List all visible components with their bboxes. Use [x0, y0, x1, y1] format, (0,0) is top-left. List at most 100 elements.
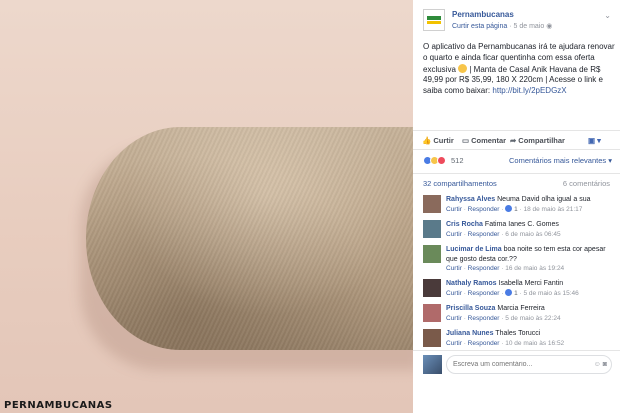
commenter-avatar[interactable]	[423, 245, 441, 263]
chevron-down-icon[interactable]: ⌄	[604, 11, 611, 20]
comment-reply-link[interactable]: Responder	[468, 340, 500, 347]
logo-stripe-green	[427, 16, 441, 20]
comment-like-link[interactable]: Curtir	[446, 206, 462, 213]
stats-row: 32 compartilhamentos 6 comentários	[413, 173, 620, 191]
comment-body: Lucimar de Lima boa noite so tem esta co…	[446, 245, 614, 274]
comment-reply-link[interactable]: Responder	[468, 290, 500, 297]
composer-icons: ☺ ◙	[594, 361, 607, 368]
like-button[interactable]: 👍 Curtir	[422, 136, 454, 145]
comment-date[interactable]: 10 de maio às 16:52	[505, 340, 564, 347]
comment-author[interactable]: Priscilla Souza	[446, 305, 495, 312]
sort-caret-icon: ▾	[606, 156, 612, 165]
comment-item: Cris Rocha Fatima Ianes C. Gomes Curtir ·…	[413, 218, 620, 243]
comment-text: Thales Torucci	[495, 330, 541, 337]
like-label: Curtir	[433, 136, 454, 145]
comment-author[interactable]: Lucimar de Lima	[446, 246, 502, 253]
comment-author[interactable]: Nathaly Ramos	[446, 280, 497, 287]
comment-item: Nathaly Ramos Isabella Merci Fantin Curti…	[413, 277, 620, 302]
post-side-panel: Pernambucanas Curtir esta página · 5 de …	[413, 0, 620, 413]
comment-date[interactable]: 6 de maio às 06:45	[505, 231, 560, 238]
page-name-link[interactable]: Pernambucanas	[452, 10, 514, 19]
comments-count[interactable]: 6 comentários	[563, 179, 610, 188]
comment-like-count[interactable]: 1	[505, 204, 518, 213]
like-count-icon	[505, 288, 513, 296]
comment-actions: Curtir · Responder · 1 · 5 de maio às 15…	[446, 288, 579, 297]
choose-profile-button[interactable]: ▣ ▾	[588, 136, 601, 145]
comment-actions: Curtir · Responder · 1 · 18 de maio às 2…	[446, 204, 583, 213]
share-button[interactable]: ➦ Compartilhar	[510, 136, 565, 145]
reaction-count[interactable]: 512	[451, 156, 464, 165]
comment-like-link[interactable]: Curtir	[446, 290, 462, 297]
comment-reply-link[interactable]: Responder	[468, 206, 500, 213]
shares-link[interactable]: 32 compartilhamentos	[423, 179, 497, 188]
post-text: O aplicativo da Pernambucanas irá te aju…	[423, 42, 615, 97]
comment-actions: Curtir · Responder · 5 de maio às 22:24	[446, 314, 561, 322]
like-count-value: 1	[514, 289, 518, 297]
thumbs-up-icon: 👍	[422, 136, 432, 145]
comment-label: Comentar	[471, 136, 507, 145]
commenter-avatar[interactable]	[423, 220, 441, 238]
comment-like-link[interactable]: Curtir	[446, 340, 462, 347]
comment-author[interactable]: Rahyssa Alves	[446, 196, 495, 203]
post-photo[interactable]: PERNAMBUCANAS	[0, 0, 413, 413]
comment-actions: Curtir · Responder · 6 de maio às 06:45	[446, 230, 561, 238]
comment-body: Nathaly Ramos Isabella Merci Fantin Curti…	[446, 279, 614, 298]
comment-date[interactable]: 5 de maio às 15:46	[523, 290, 578, 297]
comment-input[interactable]	[446, 355, 612, 374]
camera-icon[interactable]: ◙	[603, 361, 607, 368]
comment-button[interactable]: ▭ Comentar	[462, 136, 506, 145]
comment-text: Isabella Merci Fantin	[498, 280, 564, 287]
logo-stripe-yellow	[427, 21, 441, 24]
comment-composer: ☺ ◙	[413, 350, 620, 376]
comment-date[interactable]: 5 de maio às 22:24	[505, 315, 560, 322]
comment-actions: Curtir · Responder · 16 de maio às 19:24	[446, 265, 565, 272]
comment-body: Cris Rocha Fatima Ianes C. Gomes Curtir ·…	[446, 220, 614, 239]
love-reaction-icon[interactable]	[437, 156, 446, 165]
comment-body: Rahyssa Alves Neuma David olha igual a s…	[446, 195, 614, 214]
comment-reply-link[interactable]: Responder	[468, 265, 500, 272]
dropdown-caret-icon: ▾	[595, 136, 601, 145]
commenter-avatar[interactable]	[423, 279, 441, 297]
emoji-icon[interactable]: ☺	[594, 361, 601, 368]
comment-like-link[interactable]: Curtir	[446, 315, 462, 322]
comment-text: Marcia Ferreira	[497, 305, 545, 312]
comment-date[interactable]: 16 de maio às 19:24	[505, 265, 564, 272]
comment-like-count[interactable]: 1	[505, 288, 518, 297]
comment-actions: Curtir · Responder · 10 de maio às 16:52	[446, 339, 565, 347]
comment-date[interactable]: 18 de maio às 21:17	[523, 206, 582, 213]
commenter-avatar[interactable]	[423, 304, 441, 322]
globe-icon: ◉	[546, 23, 553, 30]
like-count-icon	[505, 204, 513, 212]
commenter-avatar[interactable]	[423, 195, 441, 213]
comment-sort-dropdown[interactable]: Comentários mais relevantes ▾	[509, 156, 612, 165]
like-page-link[interactable]: Curtir esta página	[452, 23, 507, 30]
share-arrow-icon: ➦	[510, 136, 517, 145]
comment-like-link[interactable]: Curtir	[446, 231, 462, 238]
comment-reply-link[interactable]: Responder	[468, 231, 500, 238]
post-header: Pernambucanas Curtir esta página · 5 de …	[413, 0, 620, 40]
current-user-avatar	[423, 355, 442, 374]
share-label: Compartilhar	[518, 136, 565, 145]
comment-reply-link[interactable]: Responder	[468, 315, 500, 322]
like-count-value: 1	[514, 205, 518, 213]
comments-list: Rahyssa Alves Neuma David olha igual a s…	[413, 193, 620, 352]
smile-emoji-icon	[458, 63, 468, 73]
comment-text: Neuma David olha igual a sua	[497, 196, 591, 203]
post-url-link[interactable]: http://bit.ly/2pEDGzX	[492, 86, 566, 95]
comment-author[interactable]: Cris Rocha	[446, 221, 483, 228]
comment-item: Juliana Nunes Thales Torucci Curtir · Res…	[413, 327, 620, 352]
comment-body: Juliana Nunes Thales Torucci Curtir · Res…	[446, 329, 614, 348]
speech-bubble-icon: ▭	[462, 136, 470, 145]
comment-body: Priscilla Souza Marcia Ferreira Curtir · …	[446, 304, 614, 323]
comment-like-link[interactable]: Curtir	[446, 265, 462, 272]
comment-text: Fatima Ianes C. Gomes	[484, 221, 559, 228]
comment-item: Rahyssa Alves Neuma David olha igual a s…	[413, 193, 620, 218]
brand-watermark: PERNAMBUCANAS	[4, 400, 113, 411]
commenter-avatar[interactable]	[423, 329, 441, 347]
page-avatar[interactable]	[423, 9, 445, 31]
post-date[interactable]: 5 de maio	[514, 23, 545, 30]
comment-sort-label: Comentários mais relevantes	[509, 156, 607, 165]
rolled-blanket	[86, 127, 413, 350]
comment-author[interactable]: Juliana Nunes	[446, 330, 493, 337]
action-bar: 👍 Curtir ▭ Comentar ➦ Compartilhar ▣ ▾	[413, 130, 620, 150]
